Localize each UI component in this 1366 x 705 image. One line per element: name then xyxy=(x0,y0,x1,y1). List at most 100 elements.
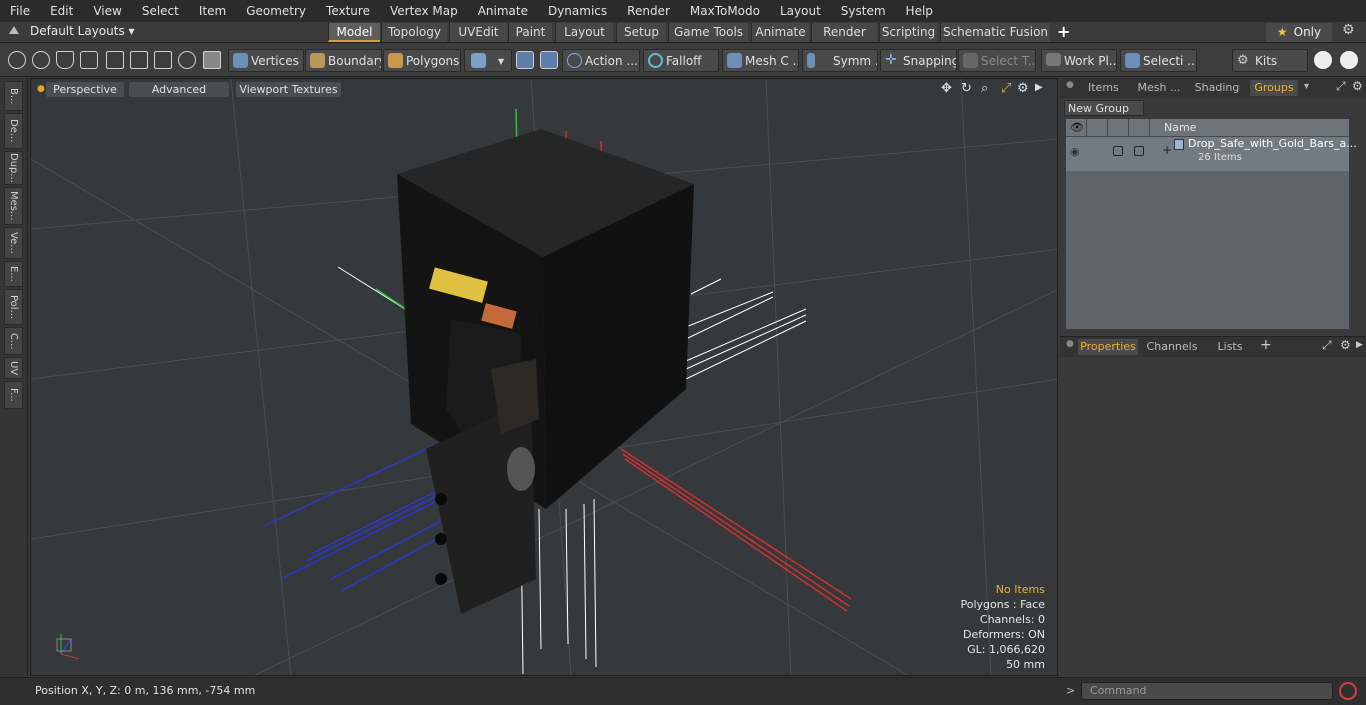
lock-col-icon[interactable] xyxy=(1108,119,1129,136)
render-col-icon[interactable] xyxy=(1087,119,1108,136)
left-tool-4[interactable]: Ve... xyxy=(4,227,23,259)
left-tool-7[interactable]: C... xyxy=(4,327,23,355)
menu-select[interactable]: Select xyxy=(132,0,189,22)
menu-animate[interactable]: Animate xyxy=(468,0,538,22)
3d-viewport[interactable]: ● Perspective Advanced Viewport Textures… xyxy=(30,78,1058,676)
safe-model[interactable] xyxy=(397,129,694,614)
tab-shading[interactable]: Shading xyxy=(1190,80,1244,96)
select-col-icon[interactable] xyxy=(1129,119,1150,136)
left-tool-2[interactable]: Dup... xyxy=(4,151,23,185)
maximize-icon[interactable]: ⤢ xyxy=(1336,79,1346,94)
pen-icon[interactable] xyxy=(56,51,74,69)
falloff-button[interactable]: Falloff xyxy=(643,49,719,72)
viewport-expand-icon[interactable]: ▶ xyxy=(1035,82,1043,93)
menu-view[interactable]: View xyxy=(83,0,131,22)
tab-render[interactable]: Render xyxy=(811,23,877,42)
left-tool-1[interactable]: De... xyxy=(4,113,23,149)
menu-system[interactable]: System xyxy=(831,0,896,22)
collapse-icon[interactable] xyxy=(9,26,19,34)
left-tool-9[interactable]: F... xyxy=(4,381,23,409)
zoom-icon[interactable]: ⌕ xyxy=(981,81,988,96)
new-group-button[interactable]: New Group xyxy=(1064,100,1144,116)
lock-checkbox[interactable] xyxy=(1113,146,1123,156)
clock-icon[interactable] xyxy=(178,51,196,69)
tab-model[interactable]: Model xyxy=(328,23,380,42)
tab-items[interactable]: Items xyxy=(1088,80,1119,96)
props-maximize-icon[interactable]: ⤢ xyxy=(1322,338,1332,353)
visibility-col-icon[interactable]: 👁 xyxy=(1066,119,1087,136)
menu-texture[interactable]: Texture xyxy=(316,0,380,22)
polygons-button[interactable]: Polygons xyxy=(383,49,461,72)
viewport-gear-icon[interactable]: ⚙ xyxy=(1017,81,1029,96)
tab-schematic-fusion[interactable]: Schematic Fusion xyxy=(940,23,1050,42)
command-arrow-icon[interactable]: > xyxy=(1066,684,1075,697)
gear-icon[interactable]: ⚙ xyxy=(1342,22,1355,38)
tab-uvedit[interactable]: UVEdit xyxy=(449,23,507,42)
tab-groups[interactable]: Groups xyxy=(1250,80,1298,96)
advanced-button[interactable]: Advanced xyxy=(129,82,229,97)
tab-game-tools[interactable]: Game Tools xyxy=(668,23,748,42)
select-checkbox[interactable] xyxy=(1134,146,1144,156)
group-row[interactable]: ◉ + Drop_Safe_with_Gold_Bars_a... 26 Ite… xyxy=(1066,137,1357,171)
fit-icon[interactable]: ⤢ xyxy=(1001,81,1011,96)
kits-button[interactable]: ⚙ Kits xyxy=(1232,49,1308,72)
rotate-icon[interactable]: ↻ xyxy=(961,81,972,96)
menu-layout[interactable]: Layout xyxy=(770,0,831,22)
unreal-icon[interactable] xyxy=(1340,51,1358,69)
tab-properties[interactable]: Properties xyxy=(1078,339,1138,355)
props-gear-icon[interactable]: ⚙ xyxy=(1340,338,1351,352)
select-through-button[interactable]: Select T... xyxy=(958,49,1036,72)
tab-channels[interactable]: Channels xyxy=(1144,339,1200,355)
perspective-button[interactable]: Perspective xyxy=(46,82,124,97)
panel-gear-icon[interactable]: ⚙ xyxy=(1352,79,1363,93)
transform-icon[interactable] xyxy=(130,51,148,69)
command-input[interactable]: Command xyxy=(1081,682,1333,700)
action-center-button[interactable]: Action ... xyxy=(562,49,640,72)
menu-maxtomodo[interactable]: MaxToModo xyxy=(680,0,770,22)
add-props-tab-icon[interactable]: + xyxy=(1260,337,1272,353)
pan-icon[interactable]: ✥ xyxy=(941,81,952,96)
menu-vertex-map[interactable]: Vertex Map xyxy=(380,0,468,22)
element-icon[interactable] xyxy=(154,51,172,69)
tab-topology[interactable]: Topology xyxy=(381,23,447,42)
vertices-button[interactable]: Vertices xyxy=(228,49,304,72)
tab-dropdown-icon[interactable]: ▾ xyxy=(1304,81,1309,92)
left-tool-3[interactable]: Mes... xyxy=(4,187,23,225)
symmetry-button[interactable]: Symm ... xyxy=(802,49,878,72)
menu-geometry[interactable]: Geometry xyxy=(236,0,316,22)
menu-edit[interactable]: Edit xyxy=(40,0,83,22)
expand-icon[interactable]: + xyxy=(1162,143,1172,157)
left-tool-0[interactable]: B... xyxy=(4,81,23,111)
menu-render[interactable]: Render xyxy=(617,0,680,22)
tab-paint[interactable]: Paint xyxy=(508,23,552,42)
menu-item[interactable]: Item xyxy=(189,0,236,22)
mesh-constraint-button[interactable]: Mesh C ... xyxy=(722,49,799,72)
snap-shield-icon[interactable] xyxy=(540,51,558,69)
material-button[interactable]: ▾ xyxy=(464,49,512,72)
menu-file[interactable]: File xyxy=(0,0,40,22)
tab-lists[interactable]: Lists xyxy=(1208,339,1252,355)
work-plane-button[interactable]: Work Pl... xyxy=(1041,49,1117,72)
unity-icon[interactable] xyxy=(1314,51,1332,69)
circle-select-icon[interactable] xyxy=(8,51,26,69)
tab-mesh[interactable]: Mesh ... xyxy=(1134,80,1184,96)
tab-scripting[interactable]: Scripting xyxy=(879,23,937,42)
item-mode-icon[interactable] xyxy=(203,51,221,69)
left-tool-5[interactable]: E... xyxy=(4,261,23,287)
viewport-textures-button[interactable]: Viewport Textures xyxy=(236,82,341,97)
props-expand-icon[interactable]: ▶ xyxy=(1356,340,1363,350)
record-icon[interactable] xyxy=(1339,682,1357,700)
tab-setup[interactable]: Setup xyxy=(616,23,666,42)
boundary-button[interactable]: Boundary xyxy=(305,49,382,72)
snapping-button[interactable]: ✛ Snapping xyxy=(880,49,957,72)
add-tab-icon[interactable]: + xyxy=(1057,22,1070,41)
menu-dynamics[interactable]: Dynamics xyxy=(538,0,617,22)
tab-animate[interactable]: Animate xyxy=(751,23,809,42)
selection-sets-button[interactable]: Selecti ... xyxy=(1120,49,1197,72)
globe-icon[interactable] xyxy=(32,51,50,69)
menu-help[interactable]: Help xyxy=(896,0,943,22)
left-tool-6[interactable]: Pol... xyxy=(4,289,23,325)
name-column-header[interactable]: Name xyxy=(1164,121,1196,134)
only-toggle-button[interactable]: ★ Only xyxy=(1266,23,1332,42)
symmetry-shield-icon[interactable] xyxy=(516,51,534,69)
